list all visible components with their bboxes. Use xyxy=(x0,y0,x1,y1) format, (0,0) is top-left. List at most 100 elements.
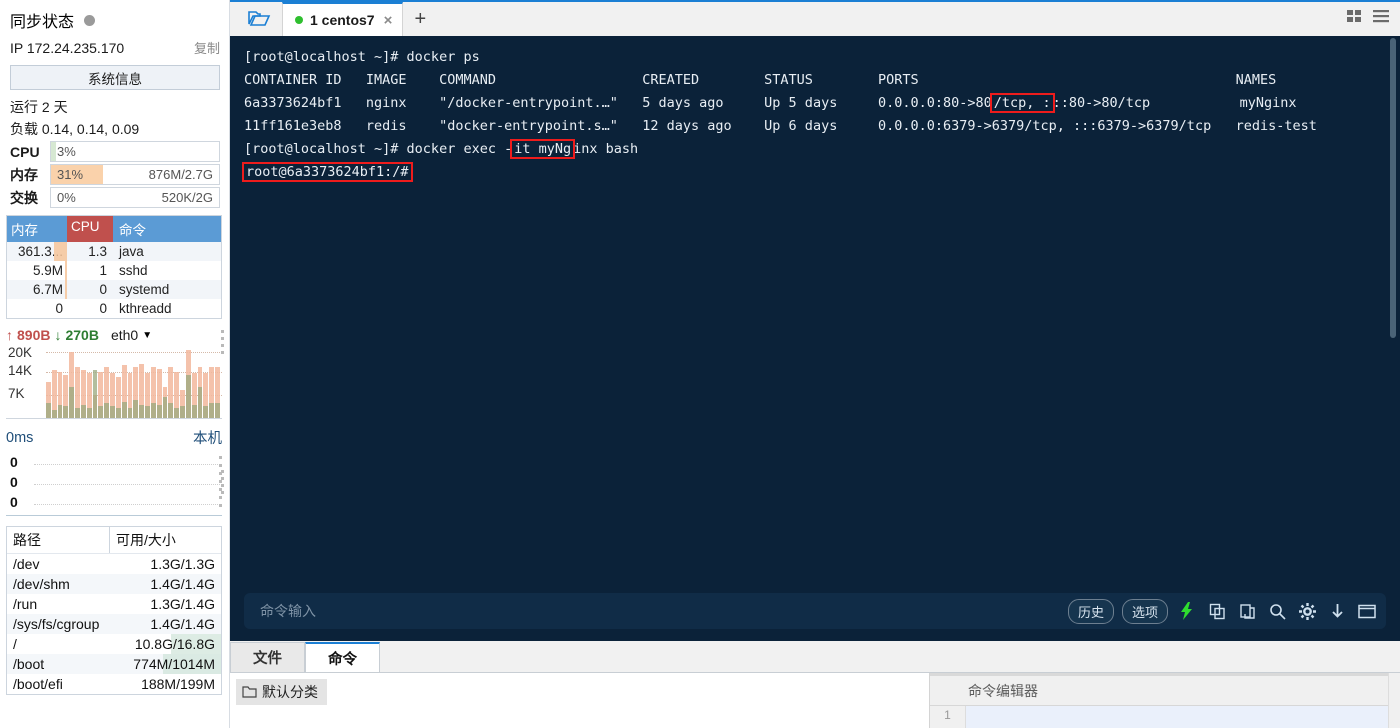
tab-label: 1 centos7 xyxy=(310,12,375,28)
disk-row[interactable]: /boot 774M/1014M xyxy=(7,654,221,674)
disk-row[interactable]: /dev/shm 1.4G/1.4G xyxy=(7,574,221,594)
process-mem: 6.7M xyxy=(7,280,67,299)
main-panel: 1 centos7 × + [root@localhost ~]# docker… xyxy=(230,0,1400,728)
net-chart-bar xyxy=(215,345,220,418)
meter-row-交换: 交换 0% 520K/2G xyxy=(0,186,230,209)
meter-row-内存: 内存 31% 876M/2.7G xyxy=(0,163,230,186)
lower-panel-body: 默认分类 命令编辑器 1 xyxy=(230,673,1400,728)
search-icon[interactable] xyxy=(1266,600,1288,622)
net-chart-bar xyxy=(110,345,115,418)
copy-icon[interactable] xyxy=(1206,600,1228,622)
process-col-mem[interactable]: 内存 xyxy=(7,216,67,242)
net-chart-bar xyxy=(145,345,150,418)
command-editor-body[interactable]: 1 xyxy=(930,705,1400,728)
network-throughput-chart: 20K 14K 7K xyxy=(6,345,222,419)
process-row[interactable]: 361.3... 1.3 java xyxy=(7,242,221,261)
process-row[interactable]: 0 0 kthreadd xyxy=(7,299,221,318)
net-chart-ytick: 14K xyxy=(8,362,33,378)
sidebar-resize-handle-bottom[interactable] xyxy=(221,470,226,498)
latency-host-label[interactable]: 本机 xyxy=(193,427,222,448)
network-interface-label[interactable]: eth0 xyxy=(111,327,138,343)
net-chart-bar xyxy=(139,345,145,418)
process-row[interactable]: 6.7M 0 systemd xyxy=(7,280,221,299)
disk-row[interactable]: /dev 1.3G/1.3G xyxy=(7,554,221,574)
chevron-down-icon[interactable]: ▼ xyxy=(142,330,152,341)
ip-row: IP 172.24.235.170 复制 xyxy=(0,36,230,61)
hamburger-menu-icon[interactable] xyxy=(1372,8,1390,29)
disk-col-size[interactable]: 可用/大小 xyxy=(109,527,221,553)
terminal-line: 11ff161e3eb8 redis "docker-entrypoint.s…… xyxy=(244,118,1317,134)
latency-unit-label: 0ms xyxy=(6,429,34,446)
gear-icon[interactable] xyxy=(1296,600,1318,622)
net-chart-bar xyxy=(63,345,69,418)
net-chart-ytick: 20K xyxy=(8,345,33,360)
disk-size: 188M/199M xyxy=(141,676,215,692)
disk-path: / xyxy=(13,636,17,652)
copy-ip-button[interactable]: 复制 xyxy=(194,38,220,57)
paste-icon[interactable] xyxy=(1236,600,1258,622)
lower-tab-active[interactable]: 命令 xyxy=(305,642,380,672)
process-table: 内存 CPU 命令 361.3... 1.3 java 5.9M 1 sshd 6.7M 0 s… xyxy=(6,215,222,319)
system-info-button[interactable]: 系统信息 xyxy=(10,65,220,90)
folder-open-icon[interactable] xyxy=(236,0,282,36)
lower-tab-inactive[interactable]: 文件 xyxy=(230,642,305,672)
disk-size: 1.3G/1.4G xyxy=(150,596,215,612)
close-icon[interactable]: × xyxy=(382,12,395,29)
meter-bar: 0% 520K/2G xyxy=(50,187,220,208)
command-input-bar[interactable]: 命令输入 历史 选项 xyxy=(244,593,1386,629)
window-icon[interactable] xyxy=(1356,600,1378,622)
process-col-cpu[interactable]: CPU xyxy=(67,216,113,242)
process-cpu: 1 xyxy=(99,263,107,278)
meter-bar: 3% xyxy=(50,141,220,162)
process-cpu: 0 xyxy=(99,282,107,297)
editor-text-area[interactable] xyxy=(966,706,1400,728)
terminal-line: root@6a3373624bf1:/# xyxy=(242,161,1386,184)
net-chart-bar xyxy=(86,345,92,418)
process-cpu: 0 xyxy=(99,301,107,316)
tab-status-dot-icon xyxy=(295,16,303,24)
net-chart-bar xyxy=(98,345,104,418)
disk-path: /dev/shm xyxy=(13,576,70,592)
category-label: 默认分类 xyxy=(262,684,318,700)
net-chart-bar xyxy=(115,345,121,418)
process-row[interactable]: 5.9M 1 sshd xyxy=(7,261,221,280)
network-summary: ↑ 890B ↓ 270B eth0 ▼ xyxy=(0,319,230,345)
disk-row[interactable]: / 10.8G/16.8G xyxy=(7,634,221,654)
lower-panel: 文件 命令 默认分类 命令编辑器 1 xyxy=(230,641,1400,728)
sync-status-dot-icon xyxy=(84,14,96,26)
disk-row[interactable]: /sys/fs/cgroup 1.4G/1.4G xyxy=(7,614,221,634)
disk-path: /boot xyxy=(13,656,45,672)
new-tab-button[interactable]: + xyxy=(403,2,437,36)
net-chart-bar xyxy=(69,345,75,418)
disk-path: /sys/fs/cgroup xyxy=(13,616,100,632)
sidebar-resize-handle-top[interactable] xyxy=(221,330,226,358)
download-icon[interactable] xyxy=(1326,600,1348,622)
options-button[interactable]: 选项 xyxy=(1121,598,1168,624)
net-chart-bar xyxy=(168,345,174,418)
folder-icon xyxy=(242,686,257,698)
process-mem: 361.3... xyxy=(7,242,67,261)
process-col-cmd[interactable]: 命令 xyxy=(113,216,221,242)
lightning-icon[interactable] xyxy=(1176,600,1198,622)
terminal-line: 6a3373624bf1 nginx "/docker-entrypoint.…… xyxy=(244,93,1297,113)
net-chart-bar xyxy=(92,345,98,418)
system-monitor-sidebar: 同步状态 IP 172.24.235.170 复制 系统信息 运行 2 天 负载… xyxy=(0,0,230,728)
disk-table-header: 路径 可用/大小 xyxy=(7,527,221,554)
sync-status-label: 同步状态 xyxy=(10,14,75,31)
terminal-line: CONTAINER ID IMAGE COMMAND CREATED STATU… xyxy=(244,72,1277,88)
terminal-tab-centos7[interactable]: 1 centos7 × xyxy=(282,2,404,36)
category-default[interactable]: 默认分类 xyxy=(236,679,327,705)
editor-scrollbar[interactable] xyxy=(1388,673,1400,728)
net-chart-bar xyxy=(150,345,156,418)
meter-percent: 3% xyxy=(57,144,76,159)
history-button[interactable]: 历史 xyxy=(1067,598,1114,624)
disk-col-path[interactable]: 路径 xyxy=(7,527,109,553)
grid-icon[interactable] xyxy=(1346,8,1364,29)
disk-usage-table: 路径 可用/大小 /dev 1.3G/1.3G/dev/shm 1.4G/1.4G /… xyxy=(6,526,222,695)
command-bar-actions: 历史 选项 xyxy=(1067,598,1378,624)
disk-row[interactable]: /boot/efi 188M/199M xyxy=(7,674,221,694)
terminal-pane[interactable]: [root@localhost ~]# docker ps CONTAINER I… xyxy=(230,36,1400,641)
terminal-scrollbar[interactable] xyxy=(1389,38,1398,639)
meter-percent: 31% xyxy=(57,167,84,182)
disk-row[interactable]: /run 1.3G/1.4G xyxy=(7,594,221,614)
